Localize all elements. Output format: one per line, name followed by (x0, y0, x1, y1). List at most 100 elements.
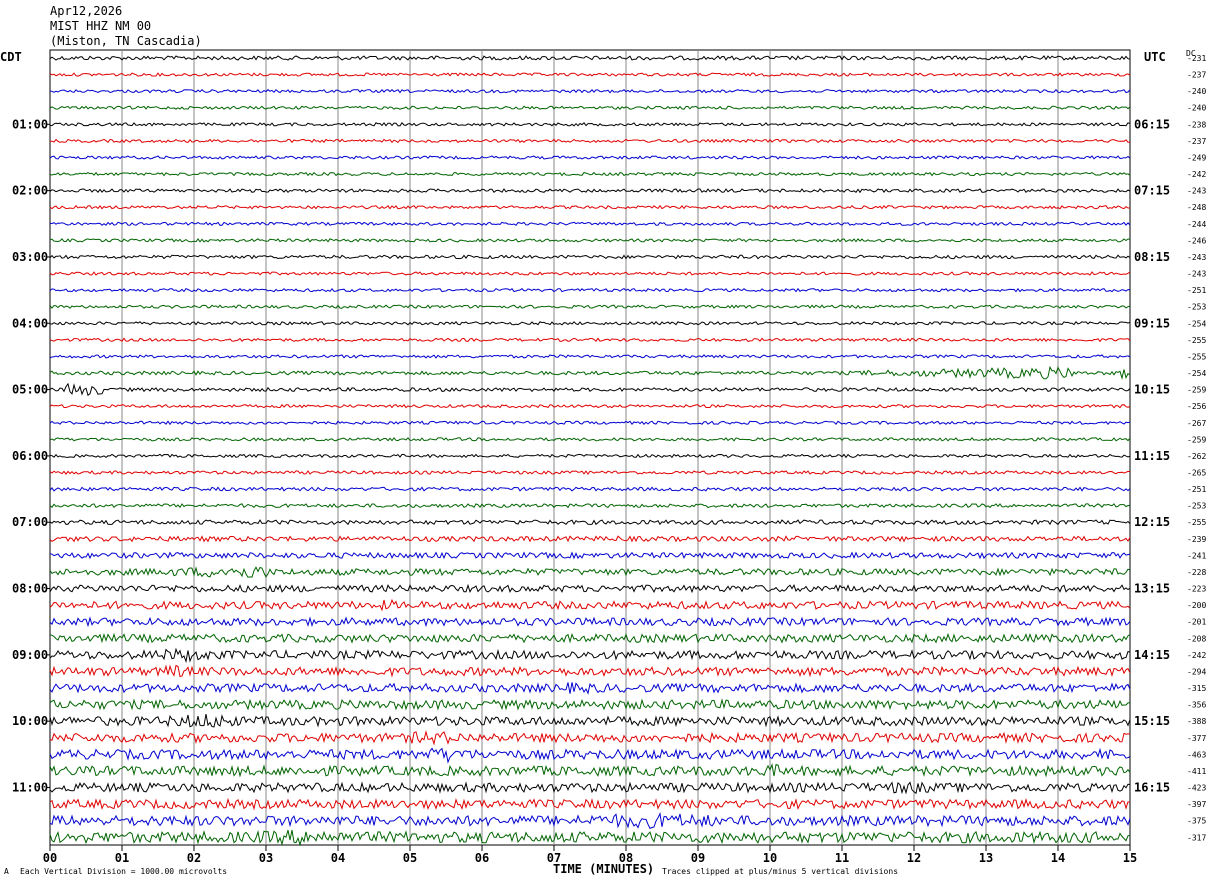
trace-row-10 (49, 221, 1131, 227)
dc-offset-label: -267 (1187, 419, 1206, 428)
trace-row-47 (49, 829, 1131, 847)
x-tick-label: 03 (259, 851, 273, 865)
trace-row-32 (49, 583, 1131, 594)
trace-row-40 (49, 714, 1131, 728)
x-tick-label: 09 (691, 851, 705, 865)
trace-row-31 (49, 566, 1131, 579)
dc-offset-label: -251 (1187, 286, 1206, 295)
trace-row-25 (49, 470, 1131, 475)
dc-offset-label: -243 (1187, 270, 1206, 279)
trace-layer (49, 55, 1131, 847)
trace-row-15 (49, 304, 1131, 309)
left-hour-label: 07:00 (12, 515, 48, 529)
footer-clip-note: Traces clipped at plus/minus 5 vertical … (662, 867, 899, 876)
dc-offset-label: -242 (1187, 170, 1206, 179)
dc-offset-label: -231 (1187, 54, 1206, 63)
trace-row-38 (49, 682, 1131, 695)
trace-row-29 (49, 535, 1131, 543)
trace-row-21 (49, 403, 1131, 409)
trace-row-27 (49, 503, 1131, 509)
trace-row-3 (49, 105, 1131, 110)
x-tick-label: 00 (43, 851, 57, 865)
dc-offset-label: -255 (1187, 518, 1206, 527)
dc-offset-label: -240 (1187, 104, 1206, 113)
left-hour-label: 01:00 (12, 117, 48, 131)
trace-row-9 (49, 204, 1130, 210)
dc-offset-label: -248 (1187, 203, 1206, 212)
right-hour-label: 09:15 (1134, 316, 1170, 330)
trace-row-16 (49, 321, 1131, 326)
x-tick-label: 15 (1123, 851, 1137, 865)
right-hour-label: 14:15 (1134, 648, 1170, 662)
trace-row-2 (49, 88, 1131, 94)
dc-offset-label: -244 (1187, 220, 1206, 229)
trace-row-41 (49, 729, 1130, 746)
left-hour-label: 04:00 (12, 316, 48, 330)
dc-offset-label: -388 (1187, 717, 1206, 726)
dc-offset-label: -255 (1187, 352, 1206, 361)
trace-row-24 (49, 453, 1131, 459)
trace-row-28 (49, 519, 1131, 526)
trace-row-23 (49, 437, 1131, 442)
x-tick-label: 05 (403, 851, 417, 865)
x-axis-label: TIME (MINUTES) (553, 862, 655, 876)
dc-offset-label: -239 (1187, 535, 1206, 544)
left-hour-label: 11:00 (12, 781, 48, 795)
trace-row-34 (49, 616, 1131, 628)
dc-offset-label: -243 (1187, 187, 1206, 196)
trace-row-12 (49, 254, 1131, 260)
trace-row-19 (49, 365, 1131, 380)
trace-row-42 (49, 747, 1131, 764)
dc-offset-label: -253 (1187, 303, 1206, 312)
label-layer: 00 01 02 03 04 05 06 07 08 09 10 11 12 13 14 15-231-237… (12, 54, 1206, 865)
dc-offset-label: -265 (1187, 469, 1206, 478)
trace-row-44 (49, 781, 1131, 795)
dc-offset-label: -317 (1187, 833, 1206, 842)
right-hour-label: 08:15 (1134, 250, 1170, 264)
trace-row-43 (49, 762, 1131, 778)
x-tick-label: 11 (835, 851, 849, 865)
x-tick-label: 12 (907, 851, 921, 865)
right-hour-label: 16:15 (1134, 781, 1170, 795)
dc-offset-label: -254 (1187, 319, 1206, 328)
left-hour-label: 02:00 (12, 184, 48, 198)
left-hour-label: 05:00 (12, 383, 48, 397)
left-hour-label: 10:00 (12, 714, 48, 728)
x-tick-label: 04 (331, 851, 345, 865)
dc-offset-label: -249 (1187, 153, 1206, 162)
dc-offset-label: -259 (1187, 386, 1206, 395)
dc-offset-label: -397 (1187, 800, 1206, 809)
dc-offset-label: -253 (1187, 502, 1206, 511)
trace-row-5 (49, 138, 1131, 144)
dc-offset-label: -259 (1187, 435, 1206, 444)
dc-offset-label: -294 (1187, 667, 1206, 676)
trace-row-37 (49, 664, 1131, 678)
dc-offset-label: -315 (1187, 684, 1206, 693)
trace-row-4 (49, 121, 1131, 127)
x-tick-label: 14 (1051, 851, 1065, 865)
trace-row-8 (49, 188, 1131, 194)
trace-row-20 (49, 382, 1131, 397)
dc-offset-label: -238 (1187, 120, 1206, 129)
trace-row-7 (49, 171, 1131, 177)
trace-row-36 (49, 647, 1131, 664)
dc-offset-label: -208 (1187, 634, 1206, 643)
right-hour-label: 11:15 (1134, 449, 1170, 463)
right-hour-label: 06:15 (1134, 117, 1170, 131)
dc-offset-label: -254 (1187, 369, 1206, 378)
dc-offset-label: -251 (1187, 485, 1206, 494)
trace-row-39 (49, 698, 1131, 711)
dc-offset-label: -246 (1187, 236, 1206, 245)
right-hour-label: 12:15 (1134, 515, 1170, 529)
dc-offset-label: -223 (1187, 585, 1206, 594)
dc-offset-label: -375 (1187, 817, 1206, 826)
trace-row-35 (49, 632, 1131, 644)
dc-offset-label: -255 (1187, 336, 1206, 345)
dc-offset-label: -242 (1187, 651, 1206, 660)
right-hour-label: 10:15 (1134, 383, 1170, 397)
dc-offset-label: -262 (1187, 452, 1206, 461)
left-hour-label: 06:00 (12, 449, 48, 463)
left-hour-label: 08:00 (12, 582, 48, 596)
x-tick-label: 02 (187, 851, 201, 865)
trace-row-33 (49, 598, 1131, 612)
